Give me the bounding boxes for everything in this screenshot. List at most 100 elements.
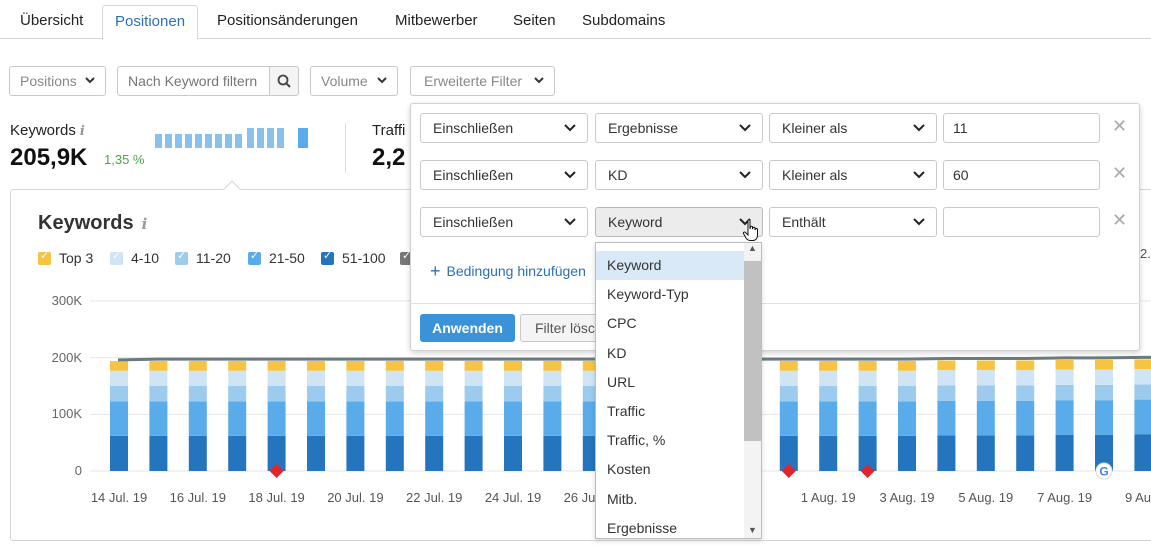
bar-segment-top-3 — [307, 361, 325, 371]
include-select-label: Einschließen — [433, 120, 514, 136]
bar-segment-21-50 — [937, 400, 956, 436]
dropdown-option[interactable]: KD — [596, 339, 744, 368]
include-select-label: Einschließen — [433, 214, 514, 230]
bar-segment-top-3 — [1055, 359, 1074, 370]
bar-segment-11-20 — [1016, 385, 1035, 401]
bar-segment-top-3 — [858, 361, 877, 371]
include-select[interactable]: Einschließen — [420, 207, 588, 237]
dropdown-option[interactable]: Traffic, % — [596, 426, 744, 455]
bar-segment-4-10 — [1016, 370, 1035, 386]
chevron-down-icon — [738, 114, 752, 152]
bar-segment-top-3 — [228, 361, 247, 371]
chevron-down-icon — [912, 208, 926, 246]
chevron-down-icon — [563, 208, 577, 246]
x-tick-label: 18 Jul. 19 — [248, 490, 305, 505]
operator-select[interactable]: Kleiner als — [769, 113, 937, 143]
bar-segment-top-3 — [898, 361, 916, 371]
bar-segment-11-20 — [228, 386, 247, 402]
bar-segment-11-20 — [425, 386, 444, 402]
field-select[interactable]: Ergebnisse — [595, 113, 763, 143]
bar-segment-11-20 — [307, 386, 325, 402]
dropdown-scrollbar[interactable]: ▲ ▼ — [744, 243, 761, 538]
remove-condition-icon[interactable]: ✕ — [1112, 210, 1127, 231]
bar-segment-51-100 — [1016, 435, 1035, 471]
bar-segment-11-20 — [346, 386, 365, 402]
field-dropdown-list[interactable]: Keyword Keyword-Typ CPC KD URL Traffic Traffic… — [595, 242, 762, 539]
include-select[interactable]: Einschließen — [420, 113, 588, 143]
bar-segment-51-100 — [937, 435, 956, 471]
popup-divider — [410, 303, 1140, 304]
remove-condition-icon[interactable]: ✕ — [1112, 163, 1127, 184]
scrollbar-thumb[interactable] — [744, 261, 761, 441]
value-input[interactable]: 11 — [943, 113, 1100, 143]
x-tick-label: 1 Aug. 19 — [800, 490, 856, 505]
bar-segment-51-100 — [425, 435, 444, 471]
bar-segment-top-3 — [937, 360, 956, 371]
dropdown-option[interactable]: Ergebnisse — [596, 514, 744, 538]
field-select[interactable]: Keyword — [595, 207, 763, 237]
bar-segment-11-20 — [858, 386, 877, 402]
bar-segment-11-20 — [543, 386, 562, 402]
chevron-down-icon — [563, 114, 577, 152]
value-input[interactable]: 60 — [943, 160, 1100, 190]
chevron-down-icon — [912, 161, 926, 199]
bar-segment-51-100 — [543, 435, 562, 471]
bar-segment-4-10 — [110, 370, 128, 386]
bar-segment-11-20 — [149, 386, 168, 402]
bar-segment-21-50 — [779, 401, 798, 436]
clear-filter-button[interactable]: Filter lösc — [520, 314, 598, 342]
dropdown-option[interactable]: Traffic — [596, 397, 744, 426]
x-tick-label: 16 Jul. 19 — [169, 490, 226, 505]
chevron-down-icon — [563, 161, 577, 199]
bar-segment-4-10 — [267, 370, 286, 386]
bar-segment-21-50 — [267, 401, 286, 436]
bar-segment-51-100 — [188, 435, 207, 471]
remove-condition-icon[interactable]: ✕ — [1112, 116, 1127, 137]
scroll-down-icon[interactable]: ▼ — [744, 525, 761, 535]
include-select[interactable]: Einschließen — [420, 160, 588, 190]
bar-segment-51-100 — [346, 435, 365, 471]
bar-segment-21-50 — [1095, 400, 1113, 435]
field-select-label: Keyword — [608, 214, 663, 230]
chevron-down-icon — [738, 161, 752, 199]
bar-segment-top-3 — [267, 361, 286, 371]
bar-segment-11-20 — [188, 386, 207, 402]
field-select[interactable]: KD — [595, 160, 763, 190]
operator-select[interactable]: Enthält — [769, 207, 937, 237]
bar-segment-51-100 — [228, 435, 247, 471]
add-condition-link[interactable]: + Bedingung hinzufügen — [430, 261, 586, 282]
apply-button[interactable]: Anwenden — [420, 314, 515, 342]
operator-select-label: Kleiner als — [782, 167, 848, 183]
value-input[interactable] — [943, 207, 1100, 237]
bar-segment-51-100 — [385, 435, 404, 471]
bar-segment-4-10 — [1055, 369, 1074, 385]
bar-segment-51-100 — [464, 435, 483, 471]
bar-segment-4-10 — [937, 370, 956, 386]
bar-segment-21-50 — [188, 401, 207, 436]
bar-segment-21-50 — [819, 401, 838, 436]
bar-segment-4-10 — [464, 370, 483, 386]
bar-segment-11-20 — [1055, 384, 1074, 401]
bar-segment-top-3 — [464, 361, 483, 371]
bar-segment-top-3 — [385, 361, 404, 371]
dropdown-option[interactable]: CPC — [596, 309, 744, 338]
bar-segment-21-50 — [228, 401, 247, 436]
bar-segment-21-50 — [307, 401, 325, 436]
bar-segment-11-20 — [385, 386, 404, 402]
chevron-down-icon — [912, 114, 926, 152]
bar-segment-21-50 — [976, 400, 995, 436]
add-condition-label: Bedingung hinzufügen — [446, 263, 586, 279]
dropdown-option[interactable]: URL — [596, 368, 744, 397]
dropdown-option[interactable]: Keyword — [596, 251, 744, 280]
include-select-label: Einschließen — [433, 167, 514, 183]
dropdown-option[interactable]: Mitb. — [596, 485, 744, 514]
bar-segment-51-100 — [1055, 434, 1074, 471]
bar-segment-top-3 — [1095, 359, 1113, 370]
bar-segment-11-20 — [504, 386, 522, 402]
bar-segment-11-20 — [779, 386, 798, 402]
bar-segment-4-10 — [228, 370, 247, 386]
bar-segment-4-10 — [425, 370, 444, 386]
dropdown-option[interactable]: Kosten — [596, 455, 744, 484]
dropdown-option[interactable]: Keyword-Typ — [596, 280, 744, 309]
operator-select[interactable]: Kleiner als — [769, 160, 937, 190]
